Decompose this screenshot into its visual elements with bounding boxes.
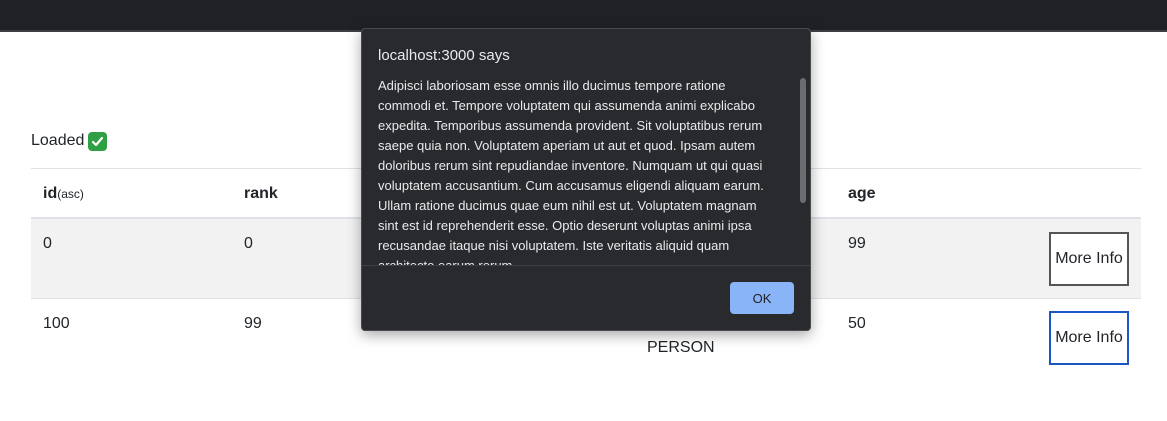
cell-id: 0 bbox=[43, 235, 52, 252]
scrollbar-thumb[interactable] bbox=[800, 78, 806, 203]
column-header-id-label: id bbox=[43, 185, 58, 202]
dialog-divider bbox=[362, 265, 810, 266]
cell-id: 100 bbox=[43, 315, 70, 332]
cell-age: 50 bbox=[848, 315, 866, 332]
cell-type: PERSON bbox=[647, 339, 715, 356]
more-info-button[interactable]: More Info bbox=[1049, 232, 1129, 286]
column-header-age[interactable]: age bbox=[848, 183, 876, 205]
check-mark-icon bbox=[88, 131, 108, 151]
browser-top-bar bbox=[0, 0, 1167, 30]
cell-rank: 99 bbox=[244, 315, 262, 332]
load-status-text: Loaded bbox=[31, 132, 85, 149]
sort-indicator: (asc) bbox=[57, 187, 84, 201]
load-status: Loaded bbox=[31, 130, 108, 152]
cell-age: 99 bbox=[848, 235, 866, 252]
column-header-id[interactable]: id(asc) bbox=[43, 183, 84, 205]
ok-button[interactable]: OK bbox=[730, 282, 794, 314]
cell-rank: 0 bbox=[244, 235, 253, 252]
dialog-message: Adipisci laboriosam esse omnis illo duci… bbox=[378, 78, 764, 266]
alert-dialog: localhost:3000 says Adipisci laboriosam … bbox=[361, 28, 811, 331]
dialog-scrollbar[interactable] bbox=[799, 76, 807, 266]
column-header-rank[interactable]: rank bbox=[244, 183, 278, 205]
more-info-button[interactable]: More Info bbox=[1049, 311, 1129, 365]
dialog-title: localhost:3000 says bbox=[378, 47, 510, 64]
